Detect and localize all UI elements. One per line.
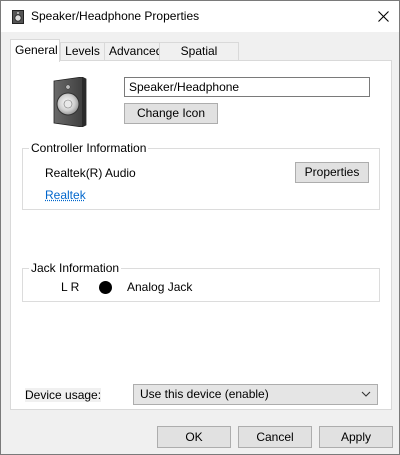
window-title: Speaker/Headphone Properties bbox=[31, 9, 200, 23]
properties-dialog: Speaker/Headphone Properties General Lev… bbox=[0, 0, 400, 455]
device-usage-value: Use this device (enable) bbox=[140, 387, 269, 401]
close-button[interactable] bbox=[367, 1, 399, 32]
chevron-down-icon bbox=[361, 391, 371, 397]
device-name-input[interactable] bbox=[124, 77, 370, 97]
tab-spatial-sound[interactable]: Spatial sound bbox=[159, 42, 239, 75]
tab-general[interactable]: General bbox=[10, 39, 60, 62]
jack-info-legend: Jack Information bbox=[29, 261, 122, 275]
title-bar: Speaker/Headphone Properties bbox=[1, 1, 399, 32]
jack-color-dot bbox=[99, 281, 112, 294]
speaker-icon bbox=[53, 77, 87, 127]
ok-button[interactable]: OK bbox=[157, 426, 231, 448]
general-tab-panel: Change Icon Controller Information Realt… bbox=[10, 60, 392, 410]
jack-info-group: Jack Information L R Analog Jack bbox=[22, 261, 380, 302]
controller-properties-button[interactable]: Properties bbox=[295, 162, 369, 183]
controller-info-group: Controller Information Realtek(R) Audio … bbox=[22, 141, 380, 210]
tab-advanced[interactable]: Advanced bbox=[104, 42, 162, 61]
controller-name: Realtek(R) Audio bbox=[45, 166, 136, 180]
device-usage-select[interactable]: Use this device (enable) bbox=[133, 384, 378, 405]
cancel-button[interactable]: Cancel bbox=[238, 426, 312, 448]
jack-type: Analog Jack bbox=[127, 280, 193, 294]
realtek-link[interactable]: Realtek bbox=[45, 188, 86, 202]
controller-info-legend: Controller Information bbox=[29, 141, 149, 155]
close-icon bbox=[377, 11, 389, 22]
speaker-app-icon bbox=[12, 10, 24, 24]
device-usage-label: Device usage: bbox=[25, 388, 102, 402]
jack-channels: L R bbox=[61, 280, 80, 294]
apply-button[interactable]: Apply bbox=[319, 426, 393, 448]
tab-levels[interactable]: Levels bbox=[60, 42, 105, 61]
change-icon-button[interactable]: Change Icon bbox=[124, 103, 218, 124]
